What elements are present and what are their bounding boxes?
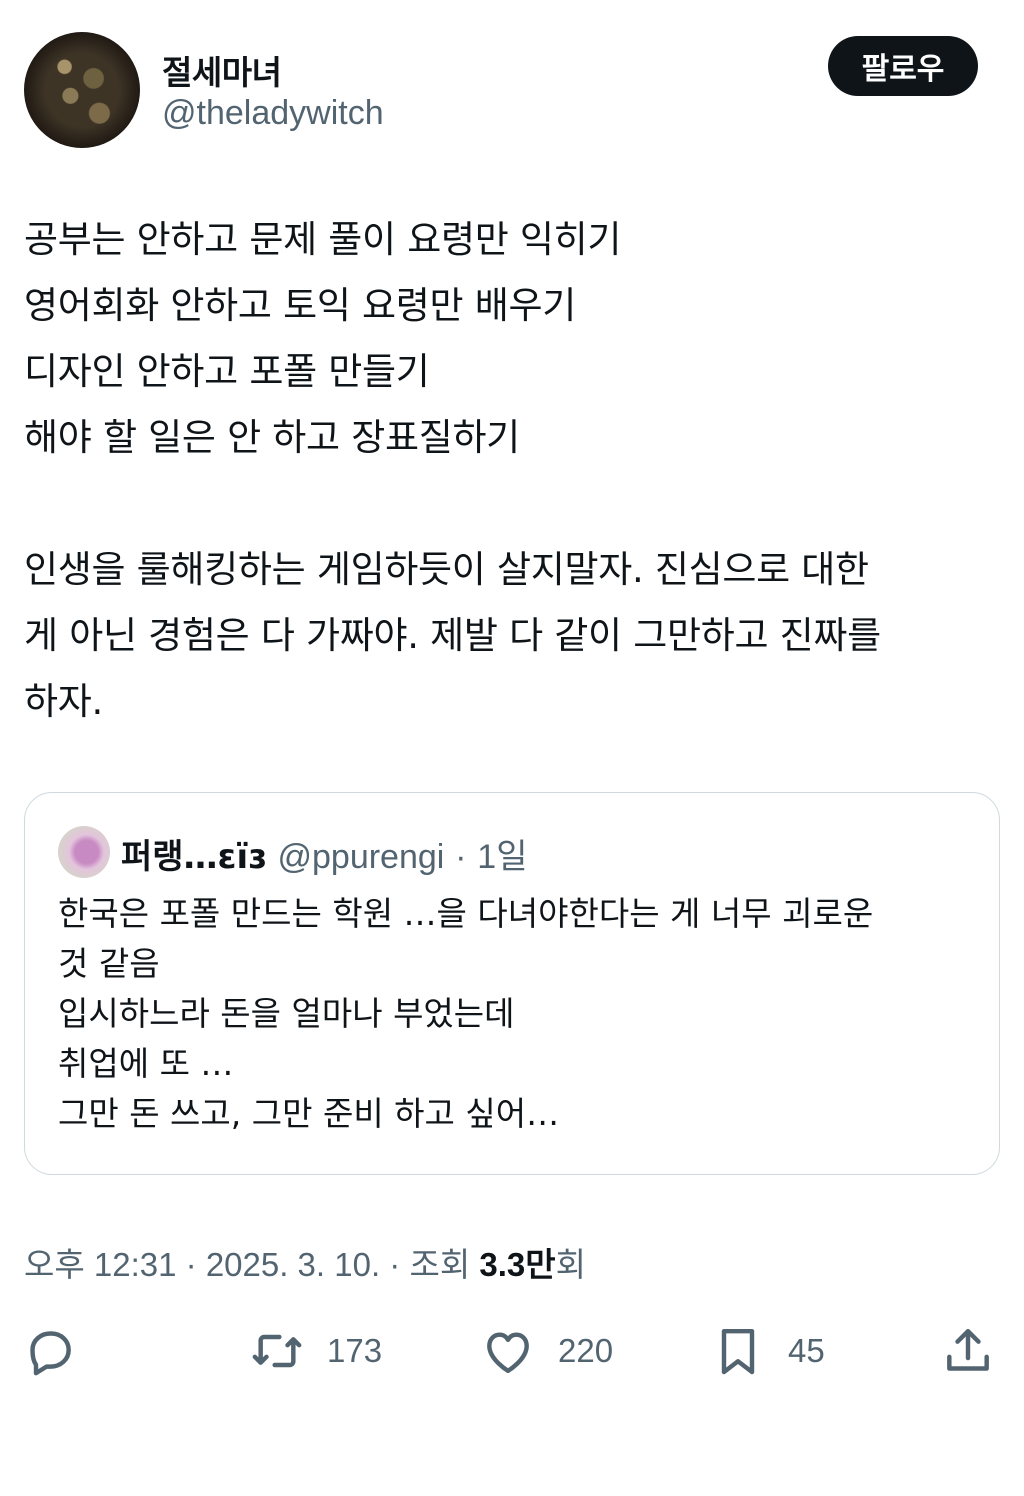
quoted-line: 취업에 또 … (58, 1044, 234, 1083)
views-label: 조회 (409, 1246, 480, 1283)
tweet-line: 공부는 안하고 문제 풀이 요령만 익히기 (24, 218, 622, 261)
quoted-line: 그만 돈 쓰고, 그만 준비 하고 싶어… (58, 1094, 560, 1133)
author-handle[interactable]: @theladywitch (162, 94, 384, 133)
quoted-line: 입시하느라 돈을 얼마나 부었는데 (58, 994, 515, 1033)
bookmark-button[interactable]: 45 (710, 1316, 825, 1386)
author-avatar[interactable] (24, 32, 140, 148)
tweet-line: 게 아닌 경험은 다 가짜야. 제발 다 같이 그만하고 진짜를 (24, 614, 881, 657)
retweet-button[interactable]: 173 (249, 1316, 382, 1386)
bookmark-count: 45 (788, 1332, 825, 1369)
bookmark-icon (721, 1328, 755, 1375)
tweet-line: 인생을 룰해킹하는 게임하듯이 살지말자. 진심으로 대한 (24, 548, 869, 591)
follow-button[interactable]: 팔로우 (828, 36, 978, 96)
retweet-count: 173 (327, 1332, 383, 1369)
quoted-tweet-header: 퍼랭…ɛïɜ @ppurengi · 1일 (121, 829, 528, 878)
share-icon (947, 1328, 989, 1371)
meta-separator: · (380, 1246, 410, 1283)
reply-button[interactable] (22, 1316, 78, 1386)
tweet-date[interactable]: 2025. 3. 10. (206, 1246, 380, 1283)
quoted-line: 한국은 포폴 만드는 학원 …을 다녀야한다는 게 너무 괴로운 (58, 894, 874, 933)
views-count: 3.3만 (479, 1246, 556, 1283)
author-display-name[interactable]: 절세마녀 (162, 46, 282, 94)
reply-icon (30, 1331, 71, 1376)
tweet-time[interactable]: 오후 12:31 (24, 1246, 176, 1283)
like-count: 220 (558, 1332, 614, 1369)
share-button[interactable] (940, 1316, 996, 1386)
tweet-line: 영어회화 안하고 토익 요령만 배우기 (24, 284, 576, 327)
heart-icon (487, 1332, 529, 1374)
tweet-line: 해야 할 일은 안 하고 장표질하기 (24, 416, 520, 459)
quoted-time: 1일 (477, 838, 528, 876)
tweet-text: 공부는 안하고 문제 풀이 요령만 익히기 영어회화 안하고 토익 요령만 배우… (24, 207, 1000, 735)
tweet-meta: 오후 12:31 · 2025. 3. 10. · 조회 3.3만회 (24, 1238, 586, 1286)
views-suffix: 회 (555, 1246, 586, 1283)
quoted-tweet-text: 한국은 포폴 만드는 학원 …을 다녀야한다는 게 너무 괴로운 것 같음 입시… (58, 889, 978, 1139)
quoted-separator: · (455, 838, 467, 876)
retweet-icon (252, 1334, 302, 1368)
tweet-header: 절세마녀 @theladywitch 팔로우 (24, 32, 1000, 148)
tweet-line: 하자. (24, 680, 103, 723)
action-bar: 173 220 45 (0, 1316, 1024, 1386)
meta-separator: · (176, 1246, 206, 1283)
quoted-author-name: 퍼랭…ɛïɜ (121, 837, 267, 877)
quoted-author-avatar (58, 826, 110, 878)
tweet-line: 디자인 안하고 포폴 만들기 (24, 350, 430, 393)
like-button[interactable]: 220 (480, 1316, 613, 1386)
quoted-tweet[interactable]: 퍼랭…ɛïɜ @ppurengi · 1일 한국은 포폴 만드는 학원 …을 다… (24, 792, 1000, 1175)
quoted-author-handle: @ppurengi (277, 838, 445, 876)
quoted-line: 것 같음 (58, 944, 160, 983)
